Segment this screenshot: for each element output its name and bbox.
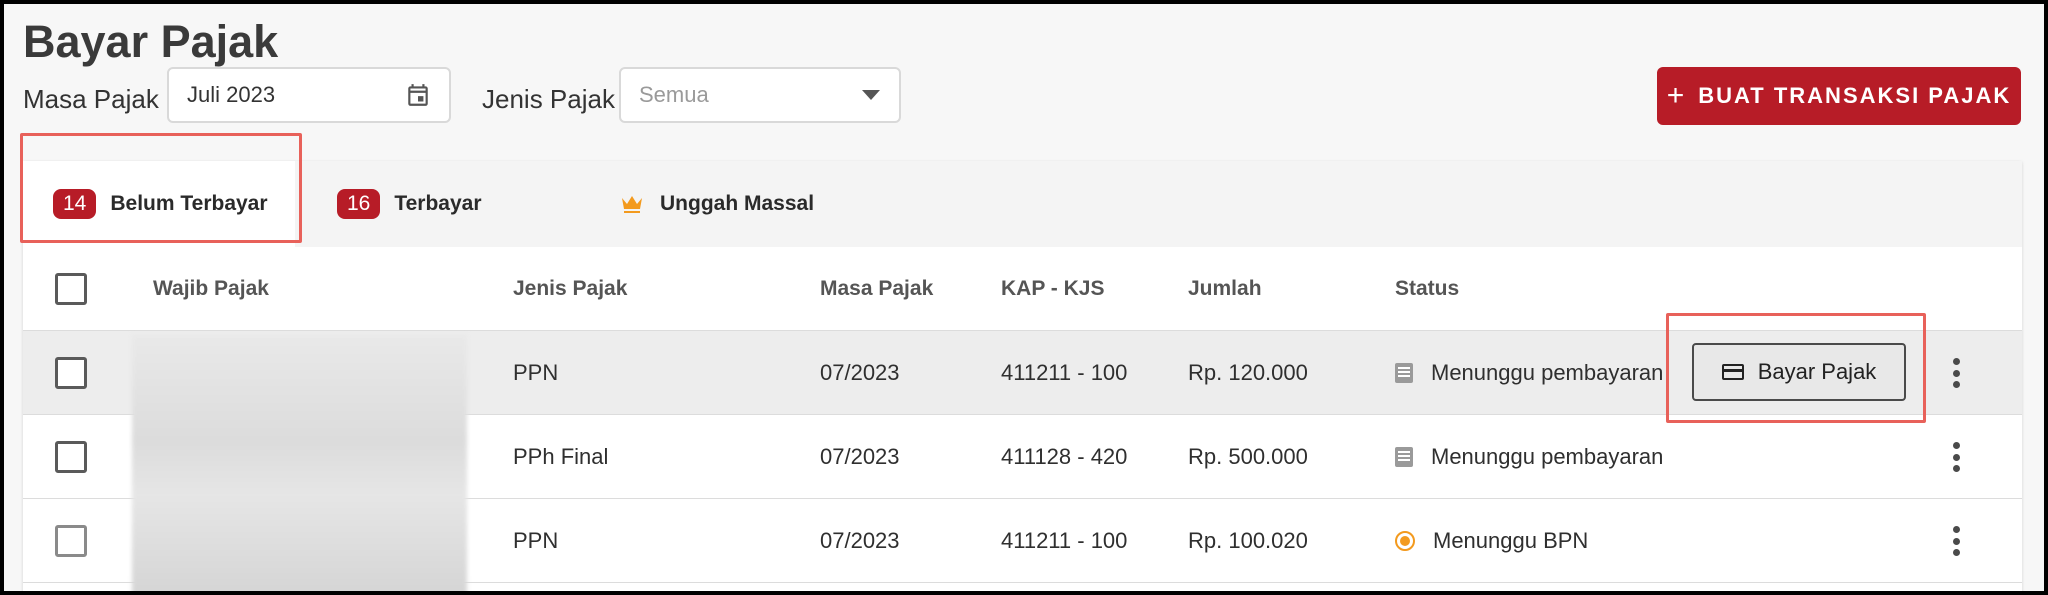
kap-kjs-cell: 411211 - 100 xyxy=(1001,528,1128,553)
jumlah-cell: Rp. 120.000 xyxy=(1188,360,1308,385)
more-options-icon[interactable] xyxy=(1951,526,1961,556)
tab-bar: 14 Belum Terbayar 16 Terbayar Unggah Mas… xyxy=(23,161,2022,247)
calendar-icon[interactable] xyxy=(405,82,431,108)
kap-kjs-cell: 411128 - 420 xyxy=(1001,444,1128,469)
plus-icon: + xyxy=(1666,79,1687,112)
jenis-pajak-select[interactable]: Semua xyxy=(619,67,901,123)
column-header[interactable]: Status xyxy=(1395,247,1459,331)
masa-pajak-label: Masa Pajak xyxy=(23,84,159,114)
jumlah-cell: Rp. 100.020 xyxy=(1188,528,1308,553)
kap-kjs-cell: 411211 - 100 xyxy=(1001,360,1128,385)
create-transaction-label: BUAT TRANSAKSI PAJAK xyxy=(1698,83,2012,108)
jenis-pajak-cell: PPN xyxy=(513,360,559,385)
status-text: Menunggu pembayaran xyxy=(1431,444,1664,469)
status-cell: Menunggu pembayaran xyxy=(1395,331,1663,415)
masa-pajak-value: Juli 2023 xyxy=(187,82,276,107)
jenis-pajak-cell: PPh Final xyxy=(513,444,609,469)
count-badge: 16 xyxy=(337,189,381,219)
highlight-box xyxy=(20,133,302,243)
column-header[interactable]: Wajib Pajak xyxy=(153,247,269,331)
masa-pajak-cell: 07/2023 xyxy=(820,444,900,469)
create-transaction-button[interactable]: + BUAT TRANSAKSI PAJAK xyxy=(1657,67,2021,125)
row-checkbox[interactable] xyxy=(55,441,87,473)
column-header[interactable]: Masa Pajak xyxy=(820,247,933,331)
status-cell: Menunggu BPN xyxy=(1395,499,1588,583)
redacted-wajib-pajak xyxy=(132,335,467,591)
column-header[interactable]: Jumlah xyxy=(1188,247,1262,331)
crown-icon xyxy=(622,196,642,213)
jenis-pajak-placeholder: Semua xyxy=(639,82,709,107)
highlight-box xyxy=(1666,313,1926,423)
column-header[interactable]: Jenis Pajak xyxy=(513,247,627,331)
status-cell: Menunggu pembayaran xyxy=(1395,415,1663,499)
document-icon xyxy=(1395,447,1413,467)
status-text: Menunggu pembayaran xyxy=(1431,360,1664,385)
row-checkbox[interactable] xyxy=(55,357,87,389)
jenis-pajak-cell: PPN xyxy=(513,528,559,553)
select-all-checkbox[interactable] xyxy=(55,273,87,305)
tab-unggah-massal[interactable]: Unggah Massal xyxy=(620,161,814,247)
tab-terbayar[interactable]: 16 Terbayar xyxy=(337,161,482,247)
document-icon xyxy=(1395,363,1413,383)
masa-pajak-field[interactable]: Juli 2023 xyxy=(167,67,451,123)
jumlah-cell: Rp. 500.000 xyxy=(1188,444,1308,469)
more-options-icon[interactable] xyxy=(1951,442,1961,472)
masa-pajak-cell: 07/2023 xyxy=(820,360,900,385)
column-header[interactable]: KAP - KJS xyxy=(1001,247,1104,331)
page-title: Bayar Pajak xyxy=(23,16,279,67)
more-options-icon[interactable] xyxy=(1951,358,1961,388)
app-frame: Bayar Pajak Masa Pajak Juli 2023 Jenis P… xyxy=(4,4,2044,591)
pending-clock-icon xyxy=(1395,531,1415,551)
jenis-pajak-label: Jenis Pajak xyxy=(482,84,615,114)
chevron-down-icon xyxy=(862,90,880,100)
tab-label: Unggah Massal xyxy=(660,192,815,215)
masa-pajak-cell: 07/2023 xyxy=(820,528,900,553)
status-text: Menunggu BPN xyxy=(1433,528,1589,553)
row-checkbox[interactable] xyxy=(55,525,87,557)
tab-label: Terbayar xyxy=(394,192,482,215)
